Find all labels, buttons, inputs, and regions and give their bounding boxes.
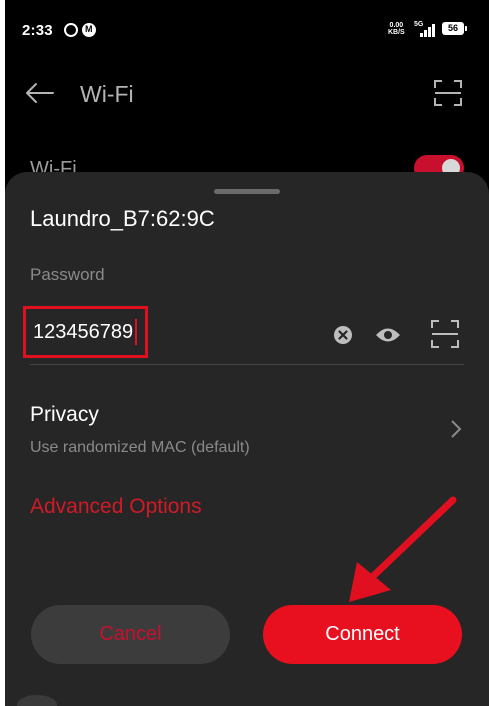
battery-icon: 56 <box>442 22 467 35</box>
password-label: Password <box>30 265 105 284</box>
network-type: 5G <box>414 21 424 28</box>
status-time: 2:33 <box>22 22 53 39</box>
app-header: Wi-Fi <box>5 62 489 122</box>
network-speed: 0.00 KB/S <box>388 22 405 36</box>
divider <box>30 364 464 365</box>
qr-scan-icon[interactable] <box>433 79 463 107</box>
wifi-connect-sheet: Laundro_B7:62:9C Password Privacy Use ra… <box>5 172 489 706</box>
phone-screen: 2:33 0.00 KB/S 5G 56 Wi-Fi Wi-Fi Laundro… <box>5 0 489 706</box>
drag-handle[interactable] <box>214 189 280 194</box>
clear-icon[interactable] <box>333 325 353 345</box>
page-title: Wi-Fi <box>80 81 134 107</box>
chevron-right-icon <box>451 420 462 438</box>
status-bar: 2:33 0.00 KB/S 5G 56 <box>5 0 489 62</box>
whatsapp-icon <box>64 23 78 37</box>
network-name: Laundro_B7:62:9C <box>30 206 215 231</box>
privacy-subtitle: Use randomized MAC (default) <box>30 439 250 456</box>
connect-button[interactable]: Connect <box>263 605 462 664</box>
password-input[interactable] <box>23 306 148 358</box>
signal-icon: 5G <box>414 21 436 37</box>
cancel-button[interactable]: Cancel <box>31 605 230 664</box>
privacy-title: Privacy <box>30 403 99 426</box>
eye-icon[interactable] <box>374 323 402 347</box>
text-cursor <box>135 319 137 345</box>
advanced-options-link[interactable]: Advanced Options <box>30 495 202 519</box>
qr-scan-icon[interactable] <box>430 319 460 349</box>
m-app-icon <box>82 23 96 37</box>
arrow-left-icon[interactable] <box>25 82 55 104</box>
privacy-row[interactable]: Privacy Use randomized MAC (default) <box>5 392 489 462</box>
annotation-arrow-icon <box>349 496 457 602</box>
